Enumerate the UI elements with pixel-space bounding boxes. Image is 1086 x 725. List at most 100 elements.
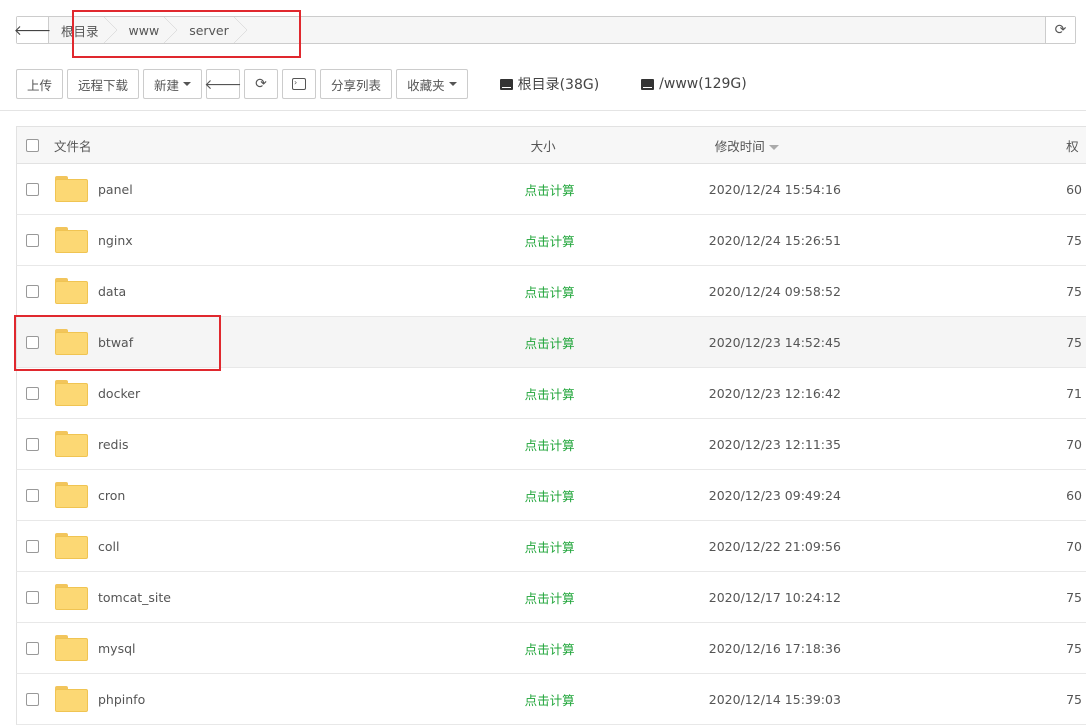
modified-time: 2020/12/23 12:11:35 — [708, 436, 841, 452]
calc-size-link[interactable]: 点击计算 — [525, 642, 575, 657]
file-name[interactable]: docker — [98, 386, 140, 401]
table-row[interactable]: cron 点击计算 2020/12/23 09:49:24 60 — [16, 470, 1086, 521]
favorites-dropdown-button[interactable]: 收藏夹 — [396, 69, 468, 99]
select-all-checkbox[interactable] — [26, 138, 39, 152]
back-button[interactable]: 🡐 — [204, 69, 242, 99]
name-cell: mysql — [17, 635, 525, 661]
permission: 60 — [1066, 181, 1082, 197]
permission: 71 — [1066, 385, 1082, 401]
disk-root-label: 根目录(38G) — [517, 77, 600, 93]
calc-size-link[interactable]: 点击计算 — [525, 336, 575, 351]
folder-icon[interactable] — [55, 278, 88, 304]
file-name[interactable]: redis — [98, 437, 128, 452]
row-checkbox[interactable] — [26, 284, 39, 298]
table-row[interactable]: phpinfo 点击计算 2020/12/14 15:39:03 75 — [16, 674, 1086, 725]
remote-download-button[interactable]: 远程下载 — [67, 69, 140, 99]
file-name[interactable]: phpinfo — [98, 692, 145, 707]
table-row[interactable]: coll 点击计算 2020/12/22 21:09:56 70 — [16, 521, 1086, 572]
modified-time: 2020/12/23 14:52:45 — [708, 334, 841, 350]
table-row[interactable]: docker 点击计算 2020/12/23 12:16:42 71 — [16, 368, 1086, 419]
modified-time: 2020/12/24 09:58:52 — [708, 283, 841, 299]
file-table: 文件名 大小 修改时间 权 panel 点击计算 2020/12/24 15:54:… — [16, 126, 1086, 725]
folder-icon[interactable] — [55, 686, 88, 712]
name-cell: data — [17, 278, 525, 304]
calc-size-link[interactable]: 点击计算 — [525, 387, 575, 402]
table-row[interactable]: nginx 点击计算 2020/12/24 15:26:51 75 — [16, 215, 1086, 266]
calc-size-link[interactable]: 点击计算 — [525, 693, 575, 708]
folder-icon[interactable] — [55, 635, 88, 661]
name-cell: phpinfo — [17, 686, 525, 712]
permission: 75 — [1066, 334, 1082, 350]
table-row[interactable]: panel 点击计算 2020/12/24 15:54:16 60 — [16, 164, 1086, 215]
arrow-left-icon[interactable]: 🡐 — [14, 17, 51, 43]
header-name[interactable]: 文件名 — [54, 136, 92, 155]
row-checkbox[interactable] — [26, 182, 39, 196]
row-checkbox[interactable] — [26, 386, 39, 400]
permission: 75 — [1066, 283, 1082, 299]
toolbar: 上传 远程下载 新建 🡐 ⟳ › 分享列表 收藏夹 根目录(38G) /www(… — [16, 69, 747, 99]
size-cell: 点击计算 — [525, 231, 709, 250]
table-row[interactable]: mysql 点击计算 2020/12/16 17:18:36 75 — [16, 623, 1086, 674]
calc-size-link[interactable]: 点击计算 — [525, 540, 575, 555]
file-name[interactable]: panel — [98, 182, 133, 197]
refresh-icon[interactable]: ⟳ — [1045, 17, 1075, 43]
file-name[interactable]: cron — [98, 488, 125, 503]
header-time-col[interactable]: 修改时间 — [709, 136, 1066, 155]
calc-size-link[interactable]: 点击计算 — [525, 234, 575, 249]
favorites-label: 收藏夹 — [407, 77, 445, 93]
file-name[interactable]: coll — [98, 539, 119, 554]
new-dropdown-button[interactable]: 新建 — [143, 69, 203, 99]
permission: 75 — [1066, 691, 1082, 707]
permission: 60 — [1066, 487, 1082, 503]
header-size[interactable]: 大小 — [525, 136, 709, 155]
header-time: 修改时间 — [714, 138, 765, 154]
row-checkbox[interactable] — [26, 539, 39, 553]
new-label: 新建 — [154, 77, 180, 93]
row-checkbox[interactable] — [26, 233, 39, 247]
size-cell: 点击计算 — [525, 639, 709, 658]
name-cell: redis — [17, 431, 525, 457]
calc-size-link[interactable]: 点击计算 — [525, 489, 575, 504]
file-name[interactable]: nginx — [98, 233, 133, 248]
file-name[interactable]: mysql — [98, 641, 136, 656]
name-cell: panel — [17, 176, 525, 202]
size-cell: 点击计算 — [525, 486, 709, 505]
folder-icon[interactable] — [55, 380, 88, 406]
refresh-button[interactable]: ⟳ — [244, 69, 279, 99]
row-checkbox[interactable] — [26, 437, 39, 451]
size-cell: 点击计算 — [525, 435, 709, 454]
folder-icon[interactable] — [55, 176, 88, 202]
row-checkbox[interactable] — [26, 641, 39, 655]
file-name[interactable]: data — [98, 284, 126, 299]
share-list-button[interactable]: 分享列表 — [320, 69, 393, 99]
row-checkbox[interactable] — [26, 692, 39, 706]
refresh-icon: ⟳ — [255, 76, 267, 92]
row-checkbox[interactable] — [26, 488, 39, 502]
disk-root[interactable]: 根目录(38G) — [499, 74, 600, 94]
header-perm[interactable]: 权 — [1066, 136, 1086, 155]
table-row[interactable]: tomcat_site 点击计算 2020/12/17 10:24:12 75 — [16, 572, 1086, 623]
folder-icon[interactable] — [55, 482, 88, 508]
hdd-icon — [641, 78, 655, 90]
folder-icon[interactable] — [55, 227, 88, 253]
file-name[interactable]: tomcat_site — [98, 590, 171, 605]
sort-desc-icon — [768, 144, 779, 150]
divider — [0, 110, 1086, 111]
name-cell: tomcat_site — [17, 584, 525, 610]
calc-size-link[interactable]: 点击计算 — [525, 183, 575, 198]
disk-www[interactable]: /www(129G) — [641, 76, 747, 92]
size-cell: 点击计算 — [525, 384, 709, 403]
caret-down-icon — [448, 82, 457, 86]
upload-button[interactable]: 上传 — [16, 69, 64, 99]
row-checkbox[interactable] — [26, 590, 39, 604]
folder-icon[interactable] — [55, 584, 88, 610]
folder-icon[interactable] — [55, 533, 88, 559]
folder-icon[interactable] — [55, 431, 88, 457]
calc-size-link[interactable]: 点击计算 — [525, 438, 575, 453]
terminal-button[interactable]: › — [282, 69, 317, 99]
calc-size-link[interactable]: 点击计算 — [525, 591, 575, 606]
calc-size-link[interactable]: 点击计算 — [525, 285, 575, 300]
table-row[interactable]: redis 点击计算 2020/12/23 12:11:35 70 — [16, 419, 1086, 470]
annotation-box-breadcrumb — [72, 10, 301, 58]
table-row[interactable]: data 点击计算 2020/12/24 09:58:52 75 — [16, 266, 1086, 317]
